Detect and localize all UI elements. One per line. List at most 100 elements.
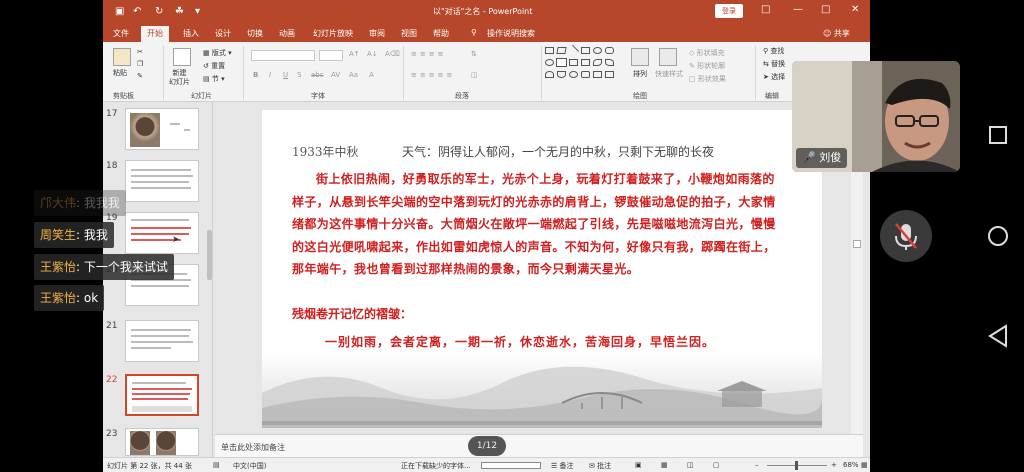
arc-shape-icon[interactable] bbox=[545, 71, 554, 78]
spellcheck-icon[interactable]: ▤ bbox=[213, 461, 220, 469]
shape-fill-button[interactable]: ◇ 形状填充 bbox=[689, 48, 725, 58]
copy-icon[interactable]: ❐ bbox=[137, 60, 143, 68]
zoom-slider-handle[interactable] bbox=[795, 461, 798, 470]
wave-shape-icon[interactable] bbox=[605, 59, 614, 66]
reading-view-icon[interactable]: ◫ bbox=[687, 461, 694, 469]
tab-design[interactable]: 设计 bbox=[215, 28, 231, 39]
redo-icon[interactable]: ↻ bbox=[155, 5, 163, 19]
slide-thumbnail[interactable] bbox=[125, 320, 199, 362]
smile-shape-icon[interactable] bbox=[569, 71, 578, 78]
line-shape-icon[interactable] bbox=[567, 44, 580, 57]
tab-help[interactable]: 帮助 bbox=[433, 28, 449, 39]
notes-pane[interactable]: 单击此处添加备注 bbox=[215, 434, 863, 457]
slide-verse[interactable]: 一别如雨，会者定离，一期一祈，休恋逝水，苦海回身，早悟兰因。 bbox=[325, 333, 715, 350]
shape-effects-button[interactable]: □ 形状效果 bbox=[689, 74, 726, 84]
tab-file[interactable]: 文件 bbox=[113, 28, 129, 39]
text-direction-icon[interactable]: ⇅ bbox=[471, 50, 477, 58]
font-name-combo[interactable] bbox=[251, 50, 315, 61]
bracket-shape-icon[interactable] bbox=[557, 71, 566, 78]
slideshow-view-icon[interactable]: ▢ bbox=[713, 461, 720, 469]
select-button[interactable]: ➤ 选择 bbox=[763, 72, 785, 82]
star-shape-icon[interactable] bbox=[593, 71, 602, 78]
undo-icon[interactable]: ↶ bbox=[133, 5, 141, 19]
comments-toggle[interactable]: ✉ 批注 bbox=[589, 461, 611, 471]
tab-review[interactable]: 审阅 bbox=[369, 28, 385, 39]
parallelogram-shape-icon[interactable] bbox=[556, 47, 567, 54]
login-button[interactable]: 登录 bbox=[715, 4, 743, 18]
cut-icon[interactable]: ✂ bbox=[137, 48, 143, 56]
share-button[interactable]: ☺ 共享 bbox=[823, 28, 850, 39]
tab-insert[interactable]: 插入 bbox=[183, 28, 199, 39]
section-button[interactable]: ▤ 节 ▾ bbox=[203, 74, 225, 84]
slide-thumbnail[interactable] bbox=[125, 160, 199, 202]
start-from-beginning-icon[interactable]: ☘ bbox=[175, 5, 184, 19]
home-button[interactable] bbox=[988, 226, 1008, 246]
tab-view[interactable]: 视图 bbox=[401, 28, 417, 39]
notes-placeholder[interactable]: 单击此处添加备注 bbox=[221, 442, 285, 453]
minimize-button[interactable]: — bbox=[793, 3, 803, 17]
arrange-icon[interactable] bbox=[631, 48, 649, 66]
paste-icon[interactable] bbox=[113, 48, 131, 66]
curve-shape-icon[interactable] bbox=[593, 59, 602, 66]
language-indicator[interactable]: 中文(中国) bbox=[233, 461, 266, 471]
zoom-out-icon[interactable]: – bbox=[755, 461, 759, 469]
slide-body-text[interactable]: 街上依旧热闹，好勇取乐的军士，光赤个上身，玩着灯打着鼓来了，小鞭炮如雨落的样子，… bbox=[292, 168, 784, 281]
close-button[interactable]: ✕ bbox=[851, 3, 859, 17]
change-case-icon[interactable]: Aa bbox=[349, 71, 358, 79]
arrow-shape-icon[interactable] bbox=[569, 59, 578, 66]
circle-shape-icon[interactable] bbox=[545, 59, 554, 66]
brace-shape-icon[interactable] bbox=[581, 59, 590, 66]
slide-sorter-icon[interactable]: ▦ bbox=[661, 461, 668, 469]
shape-outline-button[interactable]: ✎ 形状轮廓 bbox=[689, 61, 725, 71]
zoom-in-icon[interactable]: + bbox=[831, 461, 837, 469]
shrink-font-icon[interactable]: A↓ bbox=[367, 50, 378, 58]
slide-heading[interactable]: 残烟卷开记忆的褶皱： bbox=[292, 305, 412, 322]
zoom-level[interactable]: 68% bbox=[843, 461, 859, 469]
presenter-video[interactable]: 🎤 刘俊 bbox=[792, 61, 960, 172]
shapes-gallery[interactable] bbox=[545, 44, 625, 87]
recents-button[interactable] bbox=[989, 126, 1007, 144]
slide-date[interactable]: 1933年中秋 bbox=[292, 143, 359, 160]
slide-canvas[interactable]: 1933年中秋 天气：阴得让人郁闷，一个无月的中秋，只剩下无聊的长夜 街上依旧热… bbox=[262, 110, 822, 428]
slide-thumbnail[interactable] bbox=[125, 428, 199, 456]
triangle-shape-icon[interactable] bbox=[556, 58, 567, 67]
format-painter-icon[interactable]: ✎ bbox=[137, 72, 143, 80]
shadow-icon[interactable]: S bbox=[297, 71, 301, 79]
notes-toggle[interactable]: ☰ 备注 bbox=[551, 461, 574, 471]
bold-icon[interactable]: B bbox=[253, 71, 258, 79]
replace-button[interactable]: ⇆ 替换 bbox=[763, 59, 785, 69]
quick-styles-label[interactable]: 快速样式 bbox=[655, 69, 683, 79]
clear-format-icon[interactable]: A⌫ bbox=[385, 50, 400, 58]
tab-home[interactable]: 开始 bbox=[141, 26, 169, 42]
maximize-button[interactable]: □ bbox=[821, 3, 830, 17]
grow-font-icon[interactable]: A↑ bbox=[349, 50, 360, 58]
slide-weather[interactable]: 天气：阴得让人郁闷，一个无月的中秋，只剩下无聊的长夜 bbox=[402, 143, 714, 160]
more-shapes-icon[interactable] bbox=[605, 71, 614, 78]
quick-styles-icon[interactable] bbox=[659, 48, 677, 66]
customize-toolbar-icon[interactable]: ▾ bbox=[195, 5, 200, 19]
find-button[interactable]: ⚲ 查找 bbox=[763, 46, 784, 56]
tab-transitions[interactable]: 切换 bbox=[247, 28, 263, 39]
brace2-shape-icon[interactable] bbox=[581, 71, 590, 78]
textbox-shape-icon[interactable] bbox=[581, 47, 590, 54]
slide-thumbnail-selected[interactable] bbox=[125, 374, 199, 416]
columns-icon[interactable]: ◫ bbox=[471, 71, 478, 79]
list-buttons-icon[interactable]: ≡≡≡≡ bbox=[411, 50, 446, 58]
tell-me-search[interactable]: 操作说明搜索 bbox=[487, 28, 535, 39]
font-size-combo[interactable] bbox=[319, 50, 343, 61]
scroll-thumb[interactable] bbox=[853, 240, 861, 248]
tab-slide-show[interactable]: 幻灯片放映 bbox=[313, 28, 353, 39]
underline-icon[interactable]: U bbox=[283, 71, 288, 79]
slide-thumbnail[interactable]: ➤ bbox=[125, 212, 199, 254]
font-color-icon[interactable]: A bbox=[369, 71, 374, 79]
reset-button[interactable]: ↺ 重置 bbox=[203, 61, 225, 71]
mute-microphone-button[interactable] bbox=[880, 210, 932, 262]
layout-button[interactable]: ▦ 版式 ▾ bbox=[203, 48, 232, 58]
rectangle-shape-icon[interactable] bbox=[545, 47, 554, 54]
rounded-rect-shape-icon[interactable] bbox=[605, 47, 614, 54]
save-icon[interactable]: ▣ bbox=[115, 5, 124, 19]
normal-view-icon[interactable]: ▣ bbox=[635, 461, 642, 469]
strikethrough-icon[interactable]: abc bbox=[311, 71, 324, 79]
tab-animations[interactable]: 动画 bbox=[279, 28, 295, 39]
char-spacing-icon[interactable]: AV bbox=[331, 71, 340, 79]
